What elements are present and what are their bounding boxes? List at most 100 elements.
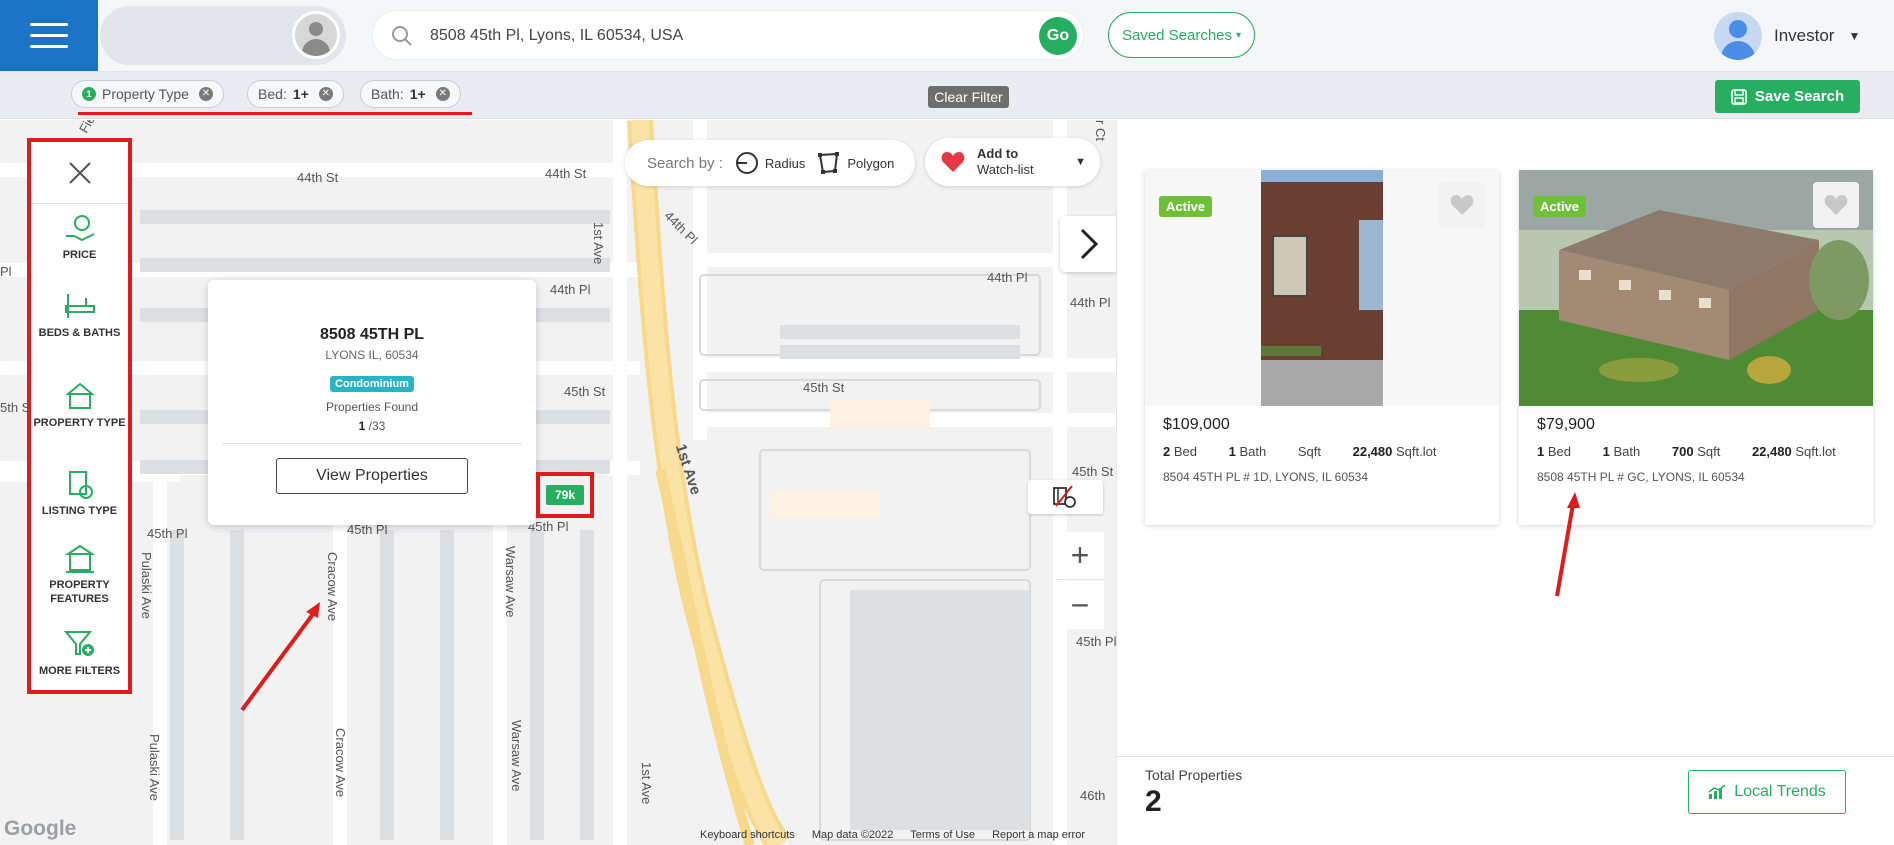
bed-icon [64,294,95,318]
street-label: 44th St [297,170,339,185]
heart-icon [1824,195,1848,215]
filter-chip-bed[interactable]: Bed: 1+ ✕ [247,80,344,108]
street-label: 44th Pl [550,282,591,297]
filter-beds-baths[interactable]: BEDS & BATHS [31,292,128,340]
street-label: 44th St [545,166,587,181]
listing-panel: Active $109,000 2 Bed 1 Bath Sqft 22,480… [1116,120,1894,845]
remove-filter-icon[interactable]: ✕ [198,87,213,101]
properties-found-label: Properties Found [325,400,419,414]
radius-label: Radius [764,155,806,171]
street-label: Cracow Ave [325,552,340,622]
listing-type-icon [68,471,93,499]
caret-down-icon[interactable]: ▼ [1075,156,1086,168]
radius-option[interactable]: Radius [735,151,805,175]
save-search-button[interactable]: Save Search [1715,80,1860,113]
keyboard-shortcuts-link[interactable]: Keyboard shortcuts [700,829,795,841]
listing-price: $79,900 [1537,416,1595,433]
street-label: 1st Ave [639,762,654,805]
report-error-link[interactable]: Report a map error [992,829,1085,841]
price-icon [65,215,94,242]
filter-bar: 1 Property Type ✕ Bed: 1+ ✕ Bath: 1+ ✕ C… [0,72,1894,119]
top-header: Go Saved Searches ▾ Investor ▼ [0,0,1894,72]
caret-down-icon: ▼ [1848,29,1861,43]
annotation-arrow [240,602,320,712]
map-layers-button[interactable] [1028,480,1103,514]
listing-specs: 1 Bed 1 Bath 700 Sqft 22,480 Sqft.lot [1537,444,1836,459]
street-label: 44th Pl [1070,295,1111,310]
property-card[interactable]: Active $109,000 2 Bed 1 Bath Sqft 22,480… [1145,170,1499,525]
annotation-underline [78,112,472,115]
favorite-button[interactable] [1439,182,1485,228]
go-button[interactable]: Go [1039,17,1077,55]
filter-property-type[interactable]: PROPERTY TYPE [31,382,128,430]
chip-value: 1+ [292,86,309,102]
zoom-in-button[interactable]: + [1056,532,1104,580]
profile-pill[interactable] [100,6,346,65]
chart-icon [1708,784,1726,799]
clear-filter-button[interactable]: Clear Filter [928,86,1009,108]
filter-property-type-label: PROPERTY TYPE [33,417,126,429]
total-properties-label: Total Properties [1145,767,1243,783]
chevron-right-icon [1080,228,1099,260]
listing-address: 8504 45TH PL # 1D, LYONS, IL 60534 [1163,470,1369,484]
filter-count-badge: 1 [82,87,96,101]
popup-address: 8508 45TH PL [319,326,425,343]
polygon-icon [818,152,840,174]
avatar[interactable] [292,11,340,59]
filter-chip-property-type[interactable]: 1 Property Type ✕ [71,80,224,108]
filter-price[interactable]: PRICE [31,214,128,262]
chip-label: Bath: [371,86,404,102]
filter-listing-type[interactable]: LISTING TYPE [31,470,128,518]
saved-searches-dropdown[interactable]: Saved Searches ▾ [1108,12,1255,58]
save-icon [1731,88,1747,105]
user-avatar-icon [1714,12,1762,60]
remove-filter-icon[interactable]: ✕ [318,87,333,101]
street-label: Cracow Ave [333,728,348,798]
saved-searches-label: Saved Searches [1121,26,1233,44]
filter-more-filters[interactable]: MORE FILTERS [31,630,128,678]
total-properties-count: 2 [1145,785,1162,818]
search-input[interactable] [428,23,948,49]
favorite-button[interactable] [1813,182,1859,228]
add-to-watchlist-button[interactable]: Add to Watch-list ▼ [925,138,1100,186]
property-features-icon [64,544,95,573]
close-icon [68,161,91,184]
annotation-box [536,472,594,518]
remove-filter-icon[interactable]: ✕ [435,87,450,101]
property-photo[interactable]: Active [1145,170,1499,406]
chip-label: Property Type [102,86,189,102]
street-label: Warsaw Ave [503,546,518,618]
search-icon [392,26,412,46]
filter-property-features-label: PROPERTY FEATURES [49,579,110,605]
caret-down-icon: ▾ [1236,29,1242,41]
filter-sidebar: PRICE BEDS & BATHS PROPERTY TYPE LISTING… [27,138,132,694]
listing-price: $109,000 [1163,416,1230,433]
property-photo[interactable]: Active [1519,170,1873,406]
map-settings-icon [1053,485,1076,508]
property-type-badge: Condominium [330,376,414,392]
property-card[interactable]: Active $79,900 1 Bed 1 Bath 700 Sqft 22,… [1519,170,1873,525]
filter-plus-icon [63,631,94,656]
filter-chip-bath[interactable]: Bath: 1+ ✕ [360,80,461,108]
map-footer: Keyboard shortcuts Map data ©2022 Terms … [700,829,1099,841]
filter-property-features[interactable]: PROPERTY FEATURES [31,544,128,606]
menu-icon [30,23,68,26]
close-sidebar-button[interactable] [31,142,128,204]
map-view[interactable]: 44th St 44th St 44th Pl 44th Pl 44th Pl … [0,120,1116,845]
zoom-out-button[interactable]: − [1056,581,1104,629]
filter-beds-baths-label: BEDS & BATHS [38,327,121,339]
local-trends-button[interactable]: Local Trends [1688,770,1846,814]
toggle-list-button[interactable] [1060,216,1116,272]
street-label: 45th Pl [1076,634,1116,649]
heart-icon [1450,195,1474,215]
street-label: Pulaski Ave [147,734,162,801]
search-bar: Go [372,10,1084,60]
hamburger-menu-button[interactable] [0,0,98,71]
polygon-option[interactable]: Polygon [817,151,894,175]
terms-link[interactable]: Terms of Use [910,829,975,841]
user-menu[interactable]: Investor ▼ [1714,10,1860,62]
status-badge: Active [1533,196,1587,217]
chip-value: 1+ [409,86,426,102]
listing-specs: 2 Bed 1 Bath Sqft 22,480 Sqft.lot [1163,444,1437,459]
search-by-toolbar: Search by : Radius Polygon [625,140,915,186]
